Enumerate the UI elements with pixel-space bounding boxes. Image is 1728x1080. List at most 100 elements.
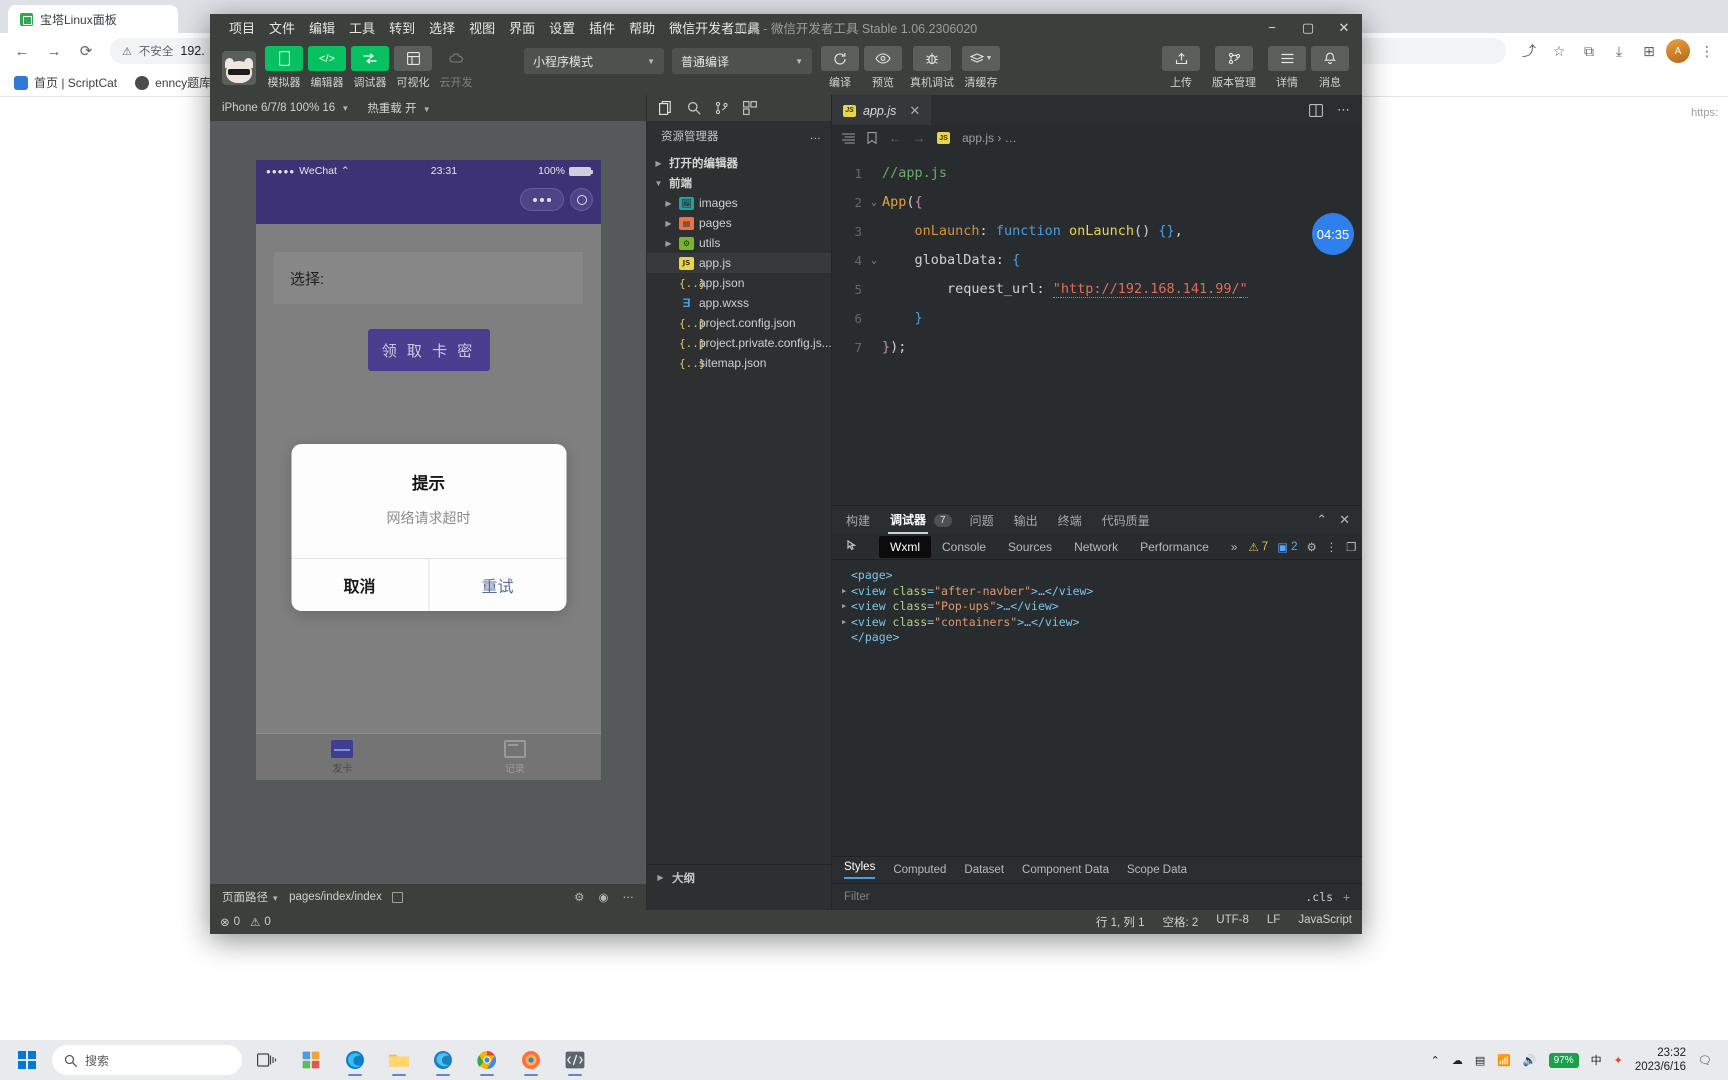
bookmark-item[interactable]: enncy题库 <box>135 74 211 91</box>
tabbar-item-card[interactable]: 发卡 <box>256 734 429 780</box>
page-path-label[interactable]: 页面路径 ▼ <box>222 889 279 905</box>
styles-tab-computed[interactable]: Computed <box>893 864 946 876</box>
menu-item-edit[interactable]: 编辑 <box>302 15 342 40</box>
indentation[interactable]: 空格: 2 <box>1163 914 1199 930</box>
modal-retry-button[interactable]: 重试 <box>429 559 566 611</box>
taskbar-app-edge[interactable] <box>336 1043 374 1077</box>
battery-indicator[interactable]: 97% <box>1548 1052 1579 1068</box>
taskbar-search[interactable]: 搜索 <box>52 1045 242 1075</box>
extensions-icon[interactable]: ⧉ <box>1576 38 1602 64</box>
share-icon[interactable]: ⤴ <box>1516 38 1542 64</box>
more-actions-icon[interactable]: ⋯ <box>1337 102 1350 118</box>
settings-icon[interactable]: ⚙ <box>574 890 584 904</box>
menu-item-help[interactable]: 帮助 <box>622 15 662 40</box>
tabbar-item-record[interactable]: 记录 <box>429 734 602 780</box>
menu-item-project[interactable]: 项目 <box>222 15 262 40</box>
fold-toggle-icon[interactable]: ⌄ <box>866 188 882 217</box>
close-capsule-button[interactable] <box>570 188 593 211</box>
dom-node-row[interactable]: ▶ <view class = "after-navber" >…</view> <box>842 584 1352 600</box>
tray-cloud-icon[interactable]: ☁ <box>1452 1054 1463 1067</box>
subtab-sources[interactable]: Sources <box>997 536 1063 558</box>
compile-button[interactable]: 编译 <box>820 46 860 90</box>
clock[interactable]: 23:32 2023/6/16 <box>1635 1046 1686 1074</box>
close-icon[interactable]: ✕ <box>909 103 920 119</box>
styles-tab-component-data[interactable]: Component Data <box>1022 864 1109 876</box>
dock-icon[interactable]: ❐ <box>1346 540 1356 554</box>
styles-tab-scope-data[interactable]: Scope Data <box>1127 864 1187 876</box>
language-mode[interactable]: JavaScript <box>1298 914 1352 930</box>
tree-item-app-js[interactable]: JS app.js <box>647 253 831 273</box>
toggle-visual-button[interactable]: 可视化 <box>393 46 433 90</box>
cloud-dev-button[interactable]: 云开发 <box>436 46 476 90</box>
tray-network-icon[interactable]: 📶 <box>1497 1054 1511 1067</box>
tab-build[interactable]: 构建 <box>844 508 872 533</box>
tab-output[interactable]: 输出 <box>1012 508 1040 533</box>
eye-icon[interactable]: ◉ <box>598 890 608 904</box>
maximize-button[interactable]: ▢ <box>1290 14 1326 41</box>
modal-cancel-button[interactable]: 取消 <box>291 559 429 611</box>
expand-arrow-icon[interactable]: ▶ <box>842 584 851 600</box>
menu-item-view[interactable]: 视图 <box>462 15 502 40</box>
mode-select[interactable]: 小程序模式 ▼ <box>524 48 664 74</box>
upload-button[interactable]: 上传 <box>1161 46 1201 90</box>
reload-button[interactable]: ⟳ <box>72 37 100 65</box>
menu-item-goto[interactable]: 转到 <box>382 15 422 40</box>
fold-toggle-icon[interactable]: ⌄ <box>866 246 882 275</box>
menu-item-plugins[interactable]: 插件 <box>582 15 622 40</box>
encoding[interactable]: UTF-8 <box>1216 914 1249 930</box>
messages-button[interactable]: 消息 <box>1310 46 1350 90</box>
tray-chip-icon[interactable]: ▤ <box>1475 1054 1485 1067</box>
menu-item-settings[interactable]: 设置 <box>542 15 582 40</box>
cursor-position[interactable]: 行 1, 列 1 <box>1096 914 1145 930</box>
profile-avatar[interactable]: A <box>1666 39 1690 63</box>
breadcrumb[interactable]: app.js › … <box>962 131 1017 145</box>
taskview-icon[interactable] <box>248 1043 286 1077</box>
collapse-icon[interactable]: ⌃ <box>1316 512 1327 528</box>
taskbar-app-devtools[interactable] <box>556 1043 594 1077</box>
taskbar-app-chrome[interactable] <box>468 1043 506 1077</box>
outline-icon[interactable] <box>842 132 855 144</box>
back-button[interactable]: ← <box>8 37 36 65</box>
wxml-dom-tree[interactable]: <page> ▶ <view class = "after-navber" >…</vie… <box>832 560 1362 856</box>
user-avatar[interactable] <box>222 51 256 85</box>
tree-item-app-wxss[interactable]: Ǝ app.wxss <box>647 293 831 313</box>
split-editor-icon[interactable] <box>1309 103 1323 117</box>
timer-badge[interactable]: 04:35 <box>1312 213 1354 255</box>
browser-tab[interactable]: 宝塔Linux面板 <box>8 5 178 33</box>
more-vertical-icon[interactable]: ⋮ <box>1326 540 1338 554</box>
error-indicator[interactable]: ⊗ 0 <box>220 915 240 929</box>
star-icon[interactable]: ☆ <box>1546 38 1572 64</box>
get-card-button[interactable]: 领 取 卡 密 <box>367 329 490 371</box>
toggle-editor-button[interactable]: </> 编辑器 <box>307 46 347 90</box>
forward-arrow-icon[interactable]: → <box>913 131 925 145</box>
dom-node-row[interactable]: </page> <box>842 630 1352 646</box>
tab-terminal[interactable]: 终端 <box>1056 508 1084 533</box>
editor-tab-app-js[interactable]: JS app.js ✕ <box>832 95 932 125</box>
gear-icon[interactable]: ⚙ <box>1306 540 1316 554</box>
hot-reload-select[interactable]: 热重载 开 ▼ <box>367 100 430 116</box>
taskbar-app-firefox[interactable] <box>512 1043 550 1077</box>
taskbar-app-explorer[interactable] <box>380 1043 418 1077</box>
expand-arrow-icon[interactable]: ▶ <box>842 615 851 631</box>
add-rule-button[interactable]: + <box>1343 890 1350 904</box>
dom-node-row[interactable]: ▶ <view class = "Pop-ups" >…</view> <box>842 599 1352 615</box>
dom-node-row[interactable]: ▶ <view class = "containers" >…</view> <box>842 615 1352 631</box>
taskbar-app-edge2[interactable] <box>424 1043 462 1077</box>
subtab-console[interactable]: Console <box>931 536 997 558</box>
preview-button[interactable]: 预览 <box>863 46 903 90</box>
code-editor[interactable]: 04:35 1//app.js 2 ⌄ App({3 onLaunch: functi… <box>832 151 1362 505</box>
tree-section-open-editors[interactable]: ▶ 打开的编辑器 <box>647 153 831 173</box>
widgets-icon[interactable] <box>292 1043 330 1077</box>
tray-keyboard-icon[interactable]: 中 <box>1591 1052 1602 1068</box>
expand-arrow-icon[interactable]: ▶ <box>842 599 851 615</box>
bookmark-item[interactable]: 首页 | ScriptCat <box>14 74 117 91</box>
menu-item-select[interactable]: 选择 <box>422 15 462 40</box>
back-arrow-icon[interactable]: ← <box>889 131 901 145</box>
branch-icon[interactable] <box>715 101 729 115</box>
close-button[interactable]: ✕ <box>1326 14 1362 41</box>
styles-tab-styles[interactable]: Styles <box>844 861 876 879</box>
warning-count[interactable]: ⚠ 7 <box>1248 540 1268 554</box>
notification-icon[interactable]: 🗨 <box>1698 1054 1712 1067</box>
tray-app-icon[interactable]: ✦ <box>1614 1054 1623 1067</box>
more-capsule-button[interactable] <box>520 188 564 211</box>
